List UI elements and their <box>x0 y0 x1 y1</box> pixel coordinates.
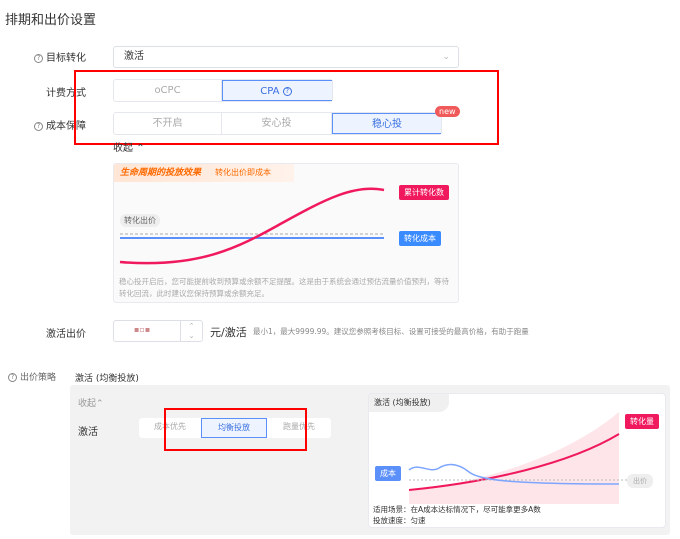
bid-tag: 出价 <box>627 474 653 488</box>
help-icon[interactable]: ? <box>8 373 17 382</box>
strategy-card: 激活 (均衡投放) 转化量 成本 出价 适用场景：在A成本达标情况下，尽可能拿更… <box>368 393 666 528</box>
volume-area <box>409 412 619 504</box>
section-title: 排期和出价设置 <box>5 13 97 28</box>
bid-unit: 元/激活 <box>210 326 247 339</box>
strategy-collapse[interactable]: 收起⌃ <box>78 396 104 409</box>
collapse-text: 收起 <box>113 143 133 154</box>
card-note: 稳心投开启后，您可能提前收到预算或余额不足提醒。这是由于系统会通过预估流量价值预… <box>119 277 449 298</box>
bid-hint: 最小1，最大9999.99。建议您参照考核目标、设置可接受的最高价格，有助于跑量 <box>253 327 529 336</box>
strategy-label-text: 出价策略 <box>20 373 57 383</box>
speed-text: 投放速度：匀速 <box>373 516 426 525</box>
volume-tag: 转化量 <box>625 414 659 429</box>
bid-label: 激活出价 <box>46 329 86 340</box>
stepper[interactable]: ⌃ ⌄ <box>180 321 202 341</box>
collapse-text: 收起 <box>78 399 97 409</box>
strategy-value: 激活 (均衡投放) <box>75 374 139 384</box>
help-icon[interactable]: ? <box>34 53 43 63</box>
bid-value-masked: ▪▫▪ <box>134 325 151 334</box>
chevron-down-icon: ⌄ <box>442 52 450 62</box>
cost-tag: 成本 <box>375 466 401 481</box>
target-label-text: 目标转化 <box>46 53 86 64</box>
cumulative-tag: 累计转化数 <box>399 185 449 200</box>
highlight-box <box>74 70 499 145</box>
strategy-row-label: 激活 <box>78 427 98 438</box>
bid-input[interactable]: ▪▫▪ ⌃ ⌄ <box>113 320 203 342</box>
stepper-down-icon[interactable]: ⌄ <box>181 331 202 341</box>
stepper-up-icon[interactable]: ⌃ <box>181 321 202 331</box>
lifecycle-card: 生命周期的投放效果 转化出价即成本 转化出价 累计转化数 转化成本 稳心投开启后，… <box>113 163 459 303</box>
help-icon[interactable]: ? <box>34 121 43 131</box>
strategy-curves <box>408 412 631 504</box>
target-label: ? 目标转化 <box>6 49 86 64</box>
target-value: 激活 <box>124 51 144 62</box>
collapse-link[interactable]: 收起 ⌃ <box>113 139 145 154</box>
target-select[interactable]: 激活 ⌄ <box>113 46 459 68</box>
highlight-box <box>164 408 307 451</box>
cost-tag: 转化成本 <box>399 231 441 246</box>
strategy-label: ? 出价策略 <box>8 370 56 383</box>
scene-text: 适用场景：在A成本达标情况下，尽可能拿更多A数 <box>373 505 541 514</box>
cumulative-curve <box>119 187 385 265</box>
chevron-up-icon: ⌃ <box>136 143 145 154</box>
strategy-desc: 适用场景：在A成本达标情况下，尽可能拿更多A数 投放速度：匀速 <box>373 504 541 526</box>
